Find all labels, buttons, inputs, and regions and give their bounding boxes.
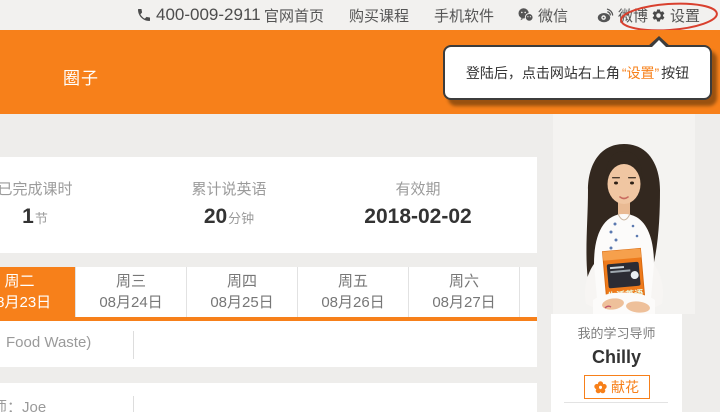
- stat-completed-value: 1: [22, 205, 34, 228]
- page-title: 圈子: [63, 64, 99, 89]
- tabbar-filler: [519, 267, 537, 317]
- give-flower-button[interactable]: 献花: [584, 375, 650, 399]
- schedule-tabbar: 周二 08月23日 周三 08月24日 周四 08月25日 周五 08月26日 …: [0, 267, 537, 321]
- weibo-icon: [597, 7, 614, 23]
- tooltip-text-after: 按钮: [661, 63, 689, 83]
- row-divider: [133, 396, 134, 412]
- nav-buy-courses[interactable]: 购买课程: [349, 0, 409, 30]
- stat-expiry-date: 有效期 2018-02-02: [338, 157, 498, 229]
- teacher-label: 我的学习导师: [551, 323, 682, 342]
- nav-mobile-app[interactable]: 手机软件: [434, 0, 494, 30]
- phone-number: 400-009-2911: [136, 0, 261, 30]
- tab-day-sat[interactable]: 周六 08月27日: [408, 267, 519, 317]
- course-title-truncated: Food Waste): [6, 334, 91, 351]
- stat-speaking-minutes: 累计说英语 20分钟: [149, 157, 309, 229]
- stat-speaking-value: 20: [204, 205, 227, 228]
- course-row: 师：Joe: [0, 383, 537, 412]
- tab-day-thu[interactable]: 周四 08月25日: [186, 267, 297, 317]
- gear-icon: [651, 8, 666, 23]
- topbar: 400-009-2911 官网首页 购买课程 手机软件 微信: [0, 0, 720, 30]
- teacher-card: 我的学习导师 Chilly 献花: [551, 314, 682, 412]
- row-divider: [133, 331, 134, 359]
- nav-settings[interactable]: 设置: [651, 0, 700, 30]
- nav-home[interactable]: 官网首页: [264, 0, 324, 30]
- stats-card: 已完成课时 1节 累计说英语 20分钟 有效期 2018-02-02: [0, 157, 537, 253]
- wechat-icon: [517, 7, 534, 23]
- tooltip-highlight: “设置”: [622, 63, 659, 83]
- nav-weibo[interactable]: 微博: [597, 0, 648, 30]
- settings-tooltip: 登陆后，点击网站右上角 “设置” 按钮: [443, 45, 712, 100]
- course-row: Food Waste): [0, 321, 537, 367]
- flower-icon: [594, 381, 607, 394]
- nav-wechat[interactable]: 微信: [517, 0, 568, 30]
- tab-day-fri[interactable]: 周五 08月26日: [297, 267, 408, 317]
- phone-icon: [136, 7, 152, 23]
- teacher-photo: 生活英语: [553, 114, 695, 314]
- flower-button-label: 献花: [611, 377, 639, 397]
- phone-number-text: 400-009-2911: [156, 5, 261, 25]
- tab-day-wed[interactable]: 周三 08月24日: [75, 267, 186, 317]
- card-divider: [564, 402, 668, 403]
- tab-day-tue[interactable]: 周二 08月23日: [0, 267, 75, 317]
- stat-expiry-value: 2018-02-02: [364, 205, 471, 228]
- tooltip-text-before: 登陆后，点击网站右上角: [466, 63, 620, 83]
- teacher-name: Chilly: [551, 347, 682, 368]
- stat-completed-lessons: 已完成课时 1节: [0, 157, 115, 229]
- page: 400-009-2911 官网首页 购买课程 手机软件 微信: [0, 0, 720, 412]
- teacher-row-truncated: 师：Joe: [0, 396, 46, 412]
